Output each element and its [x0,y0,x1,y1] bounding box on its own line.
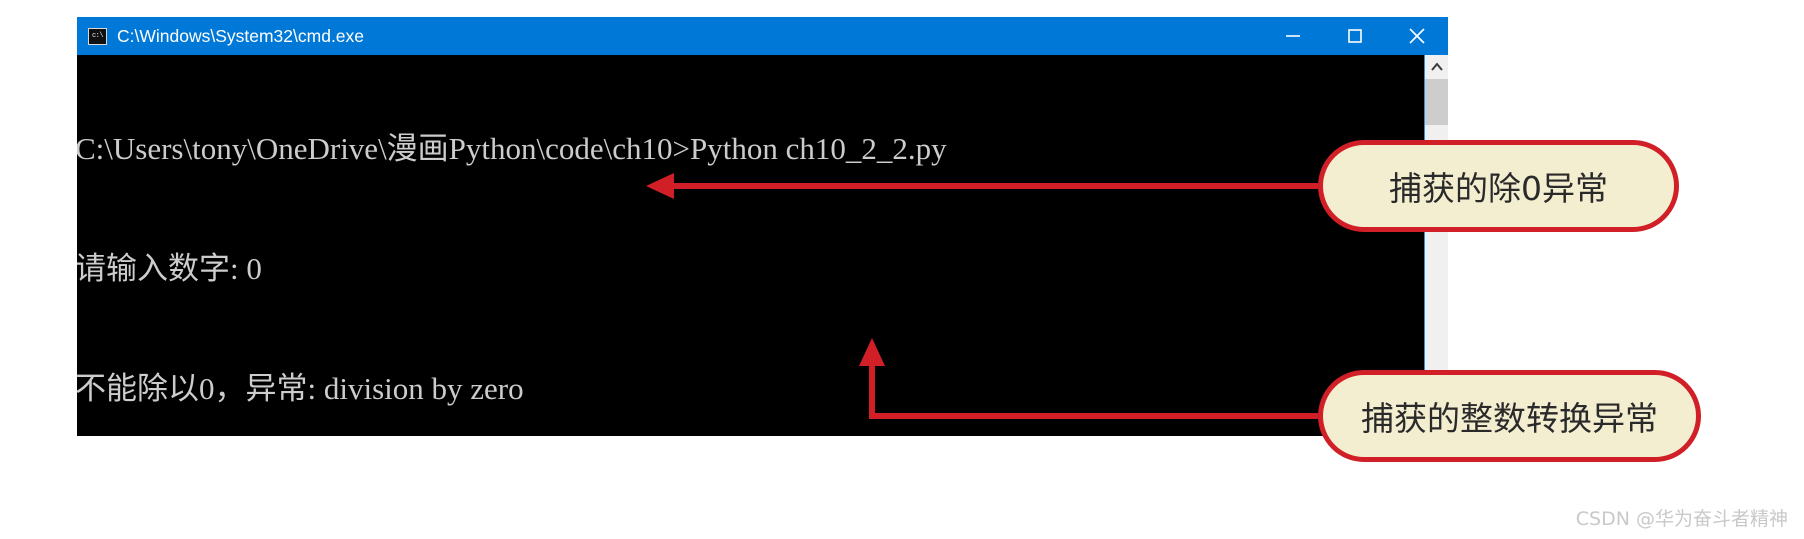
callout-text: 捕获的整数转换异常 [1361,399,1658,438]
cmd-icon: c:\ [88,27,107,45]
callout-text: 捕获的除0异常 [1389,169,1608,208]
watermark: CSDN @华为奋斗者精神 [1575,508,1788,530]
callout-int-conversion: 捕获的整数转换异常 [1318,370,1701,462]
console-line: 请输入数字: 0 [77,251,262,286]
title-bar[interactable]: c:\ C:\Windows\System32\cmd.exe [77,17,1448,55]
window-title: C:\Windows\System32\cmd.exe [117,25,365,46]
close-icon [1409,28,1425,44]
cmd-window: c:\ C:\Windows\System32\cmd.exe C:\Users… [77,17,1448,436]
maximize-icon [1348,29,1362,43]
close-button[interactable] [1386,17,1448,55]
callout-division-by-zero: 捕获的除0异常 [1318,140,1679,232]
console-line: 不能除以0，异常: division by zero [77,371,524,406]
maximize-button[interactable] [1324,17,1386,55]
minimize-button[interactable] [1262,17,1324,55]
console-output-area[interactable]: C:\Users\tony\OneDrive\漫画Python\code\ch1… [77,55,1448,436]
console-line: C:\Users\tony\OneDrive\漫画Python\code\ch1… [77,131,947,166]
scrollbar-up-button[interactable] [1425,55,1448,79]
console-text: C:\Users\tony\OneDrive\漫画Python\code\ch1… [77,55,985,436]
scrollbar-thumb[interactable] [1425,79,1448,125]
chevron-up-icon [1430,62,1443,71]
minimize-icon [1286,35,1300,37]
